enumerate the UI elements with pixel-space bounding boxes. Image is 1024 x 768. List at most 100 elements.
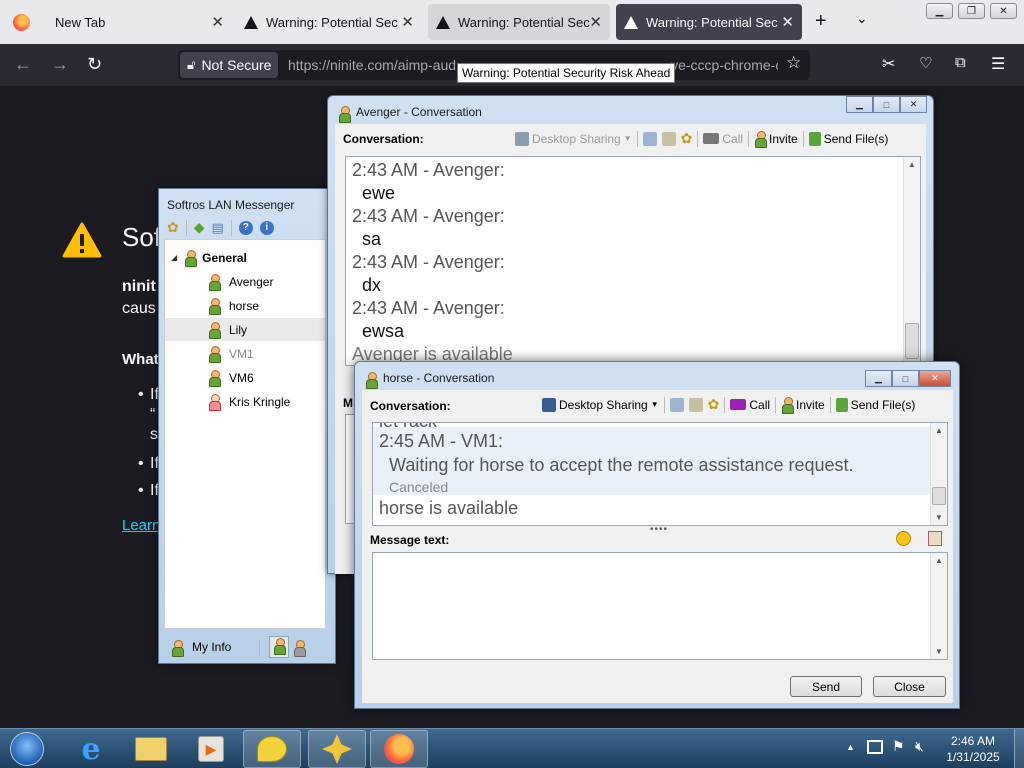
history-icon[interactable]: [642, 131, 657, 146]
scrollbar[interactable]: ▲: [903, 157, 920, 365]
tab-warning-3-active[interactable]: Warning: Potential Secur ✕: [616, 4, 802, 40]
splitter-handle[interactable]: ••••: [650, 524, 668, 535]
send-files-button[interactable]: Send File(s): [835, 397, 915, 412]
forward-arrow-icon[interactable]: →: [51, 54, 69, 75]
minimize-button[interactable]: ▁: [846, 96, 873, 113]
message-input[interactable]: ▲ ▼: [372, 552, 948, 660]
format-icon[interactable]: [928, 531, 942, 546]
show-desktop-button[interactable]: [1014, 729, 1024, 768]
user-item-vm6[interactable]: VM6: [165, 366, 325, 389]
scroll-thumb: [932, 487, 946, 505]
screenshot-icon[interactable]: ✂: [882, 54, 895, 74]
folder-icon[interactable]: ◆: [194, 219, 205, 236]
pocket-icon[interactable]: ♡: [919, 54, 932, 72]
conversation-label: Conversation:: [370, 399, 451, 413]
user-item-horse[interactable]: horse: [165, 294, 325, 317]
group-general[interactable]: ◢ General: [171, 246, 331, 269]
close-tab-icon[interactable]: ✕: [589, 13, 602, 31]
minimize-button[interactable]: ▁: [865, 370, 892, 387]
taskbar-media-player[interactable]: ▶: [182, 730, 240, 768]
maximize-button[interactable]: □: [892, 370, 919, 387]
close-button[interactable]: ✕: [900, 96, 927, 113]
tab-warning-2[interactable]: Warning: Potential Secur ✕: [428, 4, 610, 40]
volume-muted-icon[interactable]: 🔇︎: [915, 738, 924, 755]
status-text: horse is available: [379, 498, 519, 518]
menu-icon[interactable]: ☰: [991, 54, 1005, 74]
new-tab-icon[interactable]: +: [815, 10, 827, 33]
status-away-button[interactable]: [293, 639, 307, 657]
desktop-sharing-button[interactable]: Desktop Sharing ▼: [515, 131, 632, 146]
start-button[interactable]: [0, 730, 54, 768]
history-icon[interactable]: [669, 397, 684, 412]
invite-icon: [781, 397, 795, 414]
maximize-button[interactable]: □: [873, 96, 900, 113]
flag-icon[interactable]: ⚑: [892, 738, 905, 755]
taskbar-internet-explorer[interactable]: e: [62, 730, 120, 768]
conversation-history[interactable]: let rack 2:45 AM - VM1: Waiting for hors…: [372, 422, 948, 526]
call-button[interactable]: Call: [703, 132, 743, 146]
taskbar-explorer[interactable]: [122, 730, 180, 768]
network-icon: [322, 734, 352, 764]
help-icon[interactable]: ?: [238, 220, 253, 235]
learn-more-link[interactable]: Learn: [122, 517, 160, 534]
request-text: Waiting for horse to accept the remote a…: [389, 455, 854, 475]
taskbar-lan-messenger[interactable]: [243, 730, 301, 768]
user-item-kris-kringle[interactable]: Kris Kringle: [165, 390, 325, 413]
settings-icon[interactable]: ✿: [167, 219, 179, 236]
horse-conversation-window: horse - Conversation ▁ □ ✕ Conversation:…: [354, 361, 960, 709]
emoticon-icon[interactable]: [896, 531, 911, 546]
user-item-vm1[interactable]: VM1: [165, 342, 325, 365]
user-item-lily[interactable]: Lily: [165, 318, 325, 341]
call-button[interactable]: Call: [730, 398, 770, 412]
close-tab-icon[interactable]: ✕: [211, 13, 224, 31]
notes-icon[interactable]: [688, 397, 703, 412]
invite-button[interactable]: Invite: [781, 397, 825, 414]
firefox-icon: [12, 13, 30, 31]
close-tab-icon[interactable]: ✕: [781, 13, 794, 31]
back-arrow-icon[interactable]: ←: [14, 54, 32, 75]
conversation-history[interactable]: 2:43 AM - Avenger: ewe 2:43 AM - Avenger…: [345, 156, 921, 366]
close-button[interactable]: ✕: [919, 370, 951, 387]
show-hidden-icons[interactable]: ▲: [846, 742, 855, 752]
taskbar-firefox[interactable]: [370, 730, 428, 768]
clock[interactable]: 2:46 AM 1/31/2025: [936, 733, 1010, 765]
scroll-down-icon: ▼: [935, 513, 943, 522]
tab-new-tab[interactable]: New Tab ✕: [42, 0, 232, 44]
scroll-up-icon: ▲: [935, 426, 943, 435]
notes-icon[interactable]: [661, 131, 676, 146]
close-button[interactable]: ✕: [990, 3, 1017, 19]
close-tab-icon[interactable]: ✕: [401, 13, 414, 31]
user-name: VM6: [229, 370, 254, 385]
not-secure-indicator[interactable]: 🔓︎ Not Secure: [180, 52, 279, 78]
invite-button[interactable]: Invite: [754, 131, 798, 148]
reload-icon[interactable]: ↻: [87, 54, 102, 75]
restore-button[interactable]: ❐: [958, 3, 985, 19]
settings-icon[interactable]: ✿: [708, 396, 720, 413]
tab-warning-1[interactable]: Warning: Potential Secur ✕: [236, 0, 422, 44]
my-info-button[interactable]: My Info: [192, 640, 231, 654]
bookmark-star-icon[interactable]: ☆: [786, 53, 801, 73]
extensions-icon[interactable]: ⧉: [955, 54, 966, 71]
chevron-down-icon[interactable]: ⌄: [856, 10, 868, 27]
windows-orb-icon: [10, 732, 44, 766]
user-name: Lily: [229, 322, 248, 337]
settings-icon[interactable]: ✿: [681, 130, 693, 147]
send-button[interactable]: Send: [790, 676, 862, 697]
canceled-label: Canceled: [389, 479, 449, 495]
user-item-avenger[interactable]: Avenger: [165, 270, 325, 293]
send-files-button[interactable]: Send File(s): [808, 131, 888, 146]
minimize-button[interactable]: ▁: [926, 3, 953, 19]
close-button[interactable]: Close: [873, 676, 946, 697]
taskbar-network-app[interactable]: [308, 730, 366, 768]
status-online-button[interactable]: [269, 636, 290, 658]
network-tray-icon[interactable]: [867, 740, 883, 754]
page-title: Sof: [122, 222, 162, 252]
desktop-sharing-button[interactable]: Desktop Sharing ▼: [542, 397, 659, 412]
clock-time: 2:46 AM: [950, 734, 996, 748]
scrollbar[interactable]: ▲ ▼: [930, 423, 947, 525]
scrollbar[interactable]: ▲ ▼: [930, 553, 947, 659]
firefox-view-button[interactable]: [0, 0, 42, 44]
history-icon[interactable]: ▤: [212, 220, 224, 236]
info-icon[interactable]: i: [259, 220, 274, 235]
expand-triangle-icon[interactable]: ◢: [171, 253, 177, 262]
